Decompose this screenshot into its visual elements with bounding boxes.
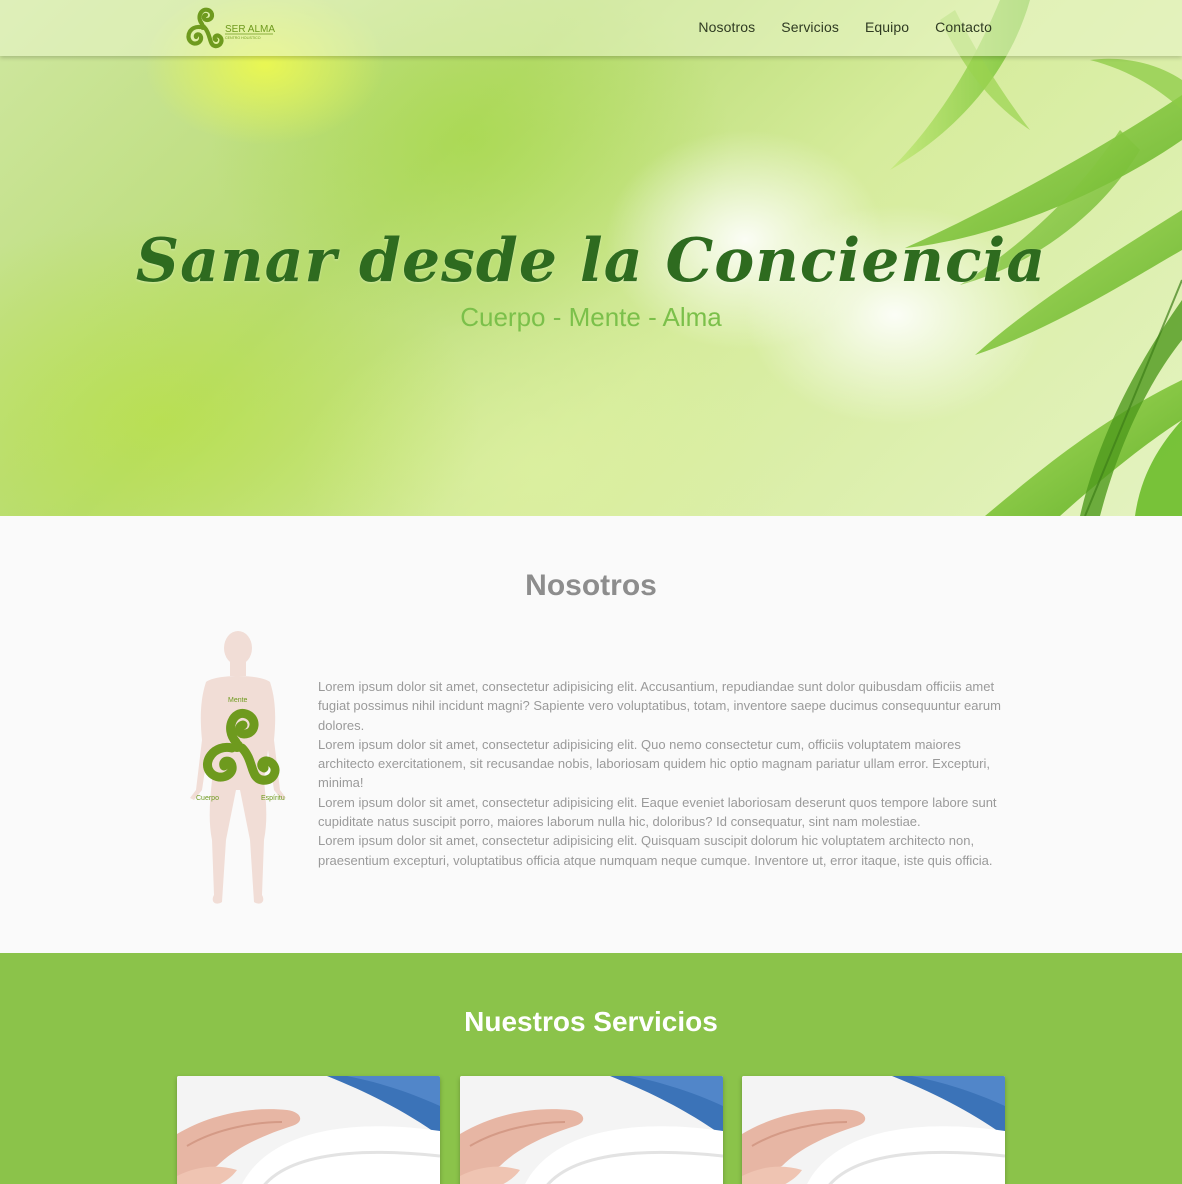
service-card[interactable] xyxy=(460,1076,723,1184)
body-triskelion-illustration: Mente Cuerpo Espíritu xyxy=(190,631,286,904)
figure-label-mente: Mente xyxy=(228,697,248,704)
service-card[interactable] xyxy=(177,1076,440,1184)
logo-tagline: CENTRO HOLISTICO xyxy=(225,36,261,40)
top-navbar: SER ALMA CENTRO HOLISTICO Nosotros Servi… xyxy=(0,0,1182,56)
nav-link-nosotros[interactable]: Nosotros xyxy=(698,19,755,35)
service-card[interactable] xyxy=(742,1076,1005,1184)
nav-link-servicios[interactable]: Servicios xyxy=(781,19,839,35)
about-paragraph: Lorem ipsum dolor sit amet, consectetur … xyxy=(318,833,993,868)
triskelion-icon xyxy=(186,7,224,49)
about-title: Nosotros xyxy=(525,569,657,602)
about-paragraph: Lorem ipsum dolor sit amet, consectetur … xyxy=(318,736,990,791)
about-section: Nosotros Mente Cuerpo Espíritu Lorem ips… xyxy=(0,516,1182,953)
about-paragraph: Lorem ipsum dolor sit amet, consectetur … xyxy=(318,679,1001,733)
hero-subtitle: Cuerpo - Mente - Alma xyxy=(460,302,722,332)
nav-link-equipo[interactable]: Equipo xyxy=(865,19,909,35)
services-section: Nuestros Servicios xyxy=(0,953,1182,1184)
figure-label-espiritu: Espíritu xyxy=(261,795,285,802)
nav-menu: Nosotros Servicios Equipo Contacto xyxy=(698,19,992,35)
ser-alma-logo[interactable]: SER ALMA CENTRO HOLISTICO xyxy=(176,2,276,52)
about-paragraph: Lorem ipsum dolor sit amet, consectetur … xyxy=(318,794,997,830)
logo-wordmark: SER ALMA xyxy=(225,24,275,35)
figure-label-cuerpo: Cuerpo xyxy=(196,795,219,802)
nav-link-contacto[interactable]: Contacto xyxy=(935,19,992,35)
services-title: Nuestros Servicios xyxy=(464,1006,718,1037)
about-text: Lorem ipsum dolor sit amet, consectetur … xyxy=(318,677,1008,870)
hero-title: Sanar desde la Conciencia xyxy=(135,226,1047,296)
massage-towel-image xyxy=(460,1076,723,1184)
hero-banner: SER ALMA CENTRO HOLISTICO Nosotros Servi… xyxy=(0,0,1182,516)
massage-towel-image xyxy=(742,1076,1005,1184)
massage-towel-image xyxy=(177,1076,440,1184)
